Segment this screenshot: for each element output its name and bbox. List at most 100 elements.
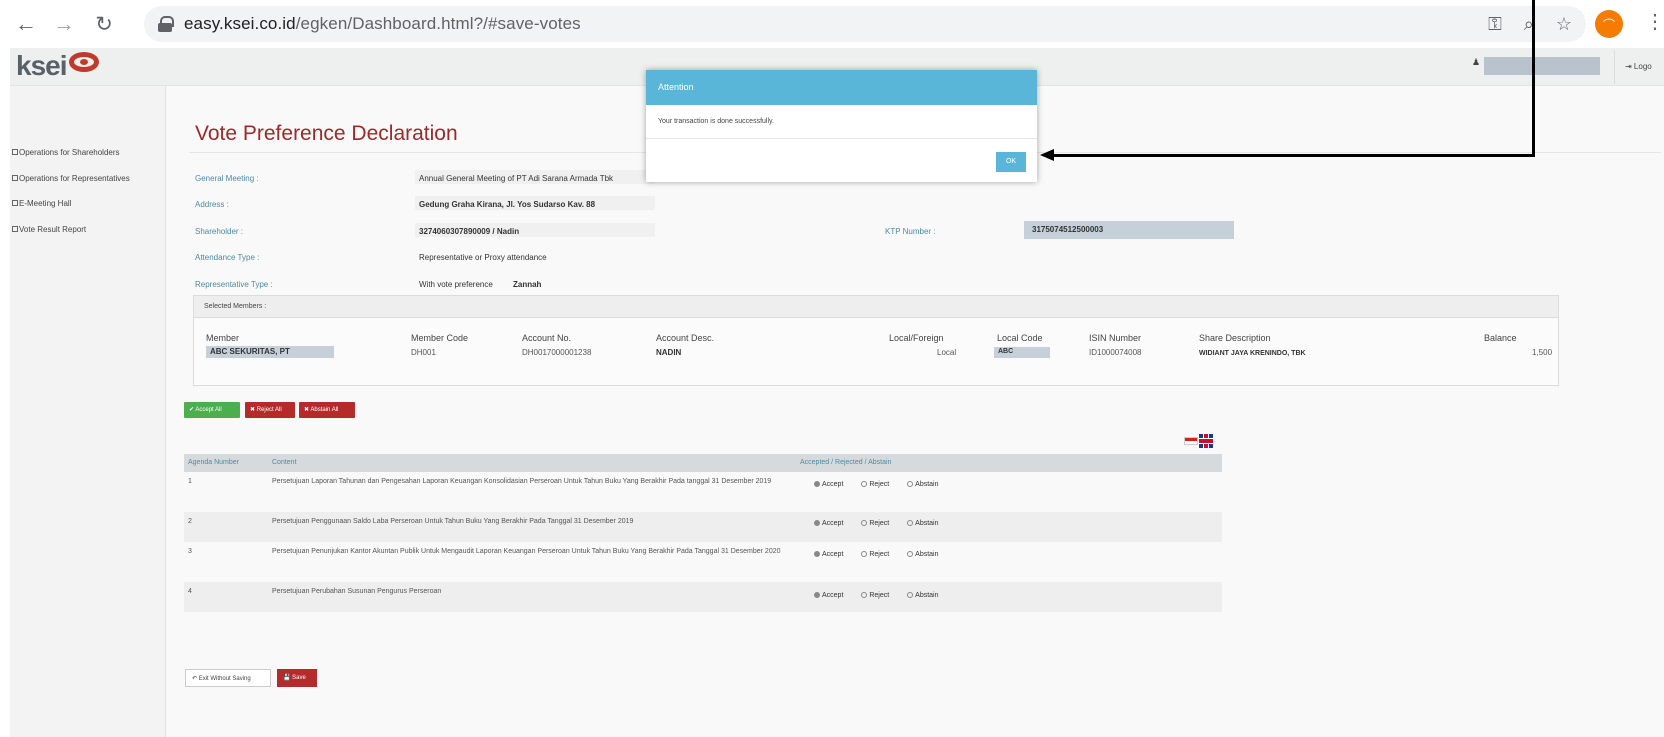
representative-type-prefix: With vote preference	[419, 280, 493, 289]
local-code-cell: ABC	[994, 347, 1050, 358]
agenda-table-header: Agenda Number Content Accepted / Rejecte…	[184, 454, 1222, 472]
key-icon[interactable]: ⚿	[1488, 14, 1502, 35]
reject-radio[interactable]: Reject	[861, 520, 897, 527]
sidebar-item-vote-result-report[interactable]: Vote Result Report	[10, 225, 166, 234]
sidebar-item-operations-representatives[interactable]: Operations for Representatives	[10, 174, 166, 183]
radio-icon	[907, 481, 914, 487]
save-button[interactable]: 💾 Save	[277, 669, 317, 687]
radio-selected-icon	[814, 481, 820, 487]
share-desc-cell: WIDIANT JAYA KRENINDO, TBK	[1199, 350, 1306, 357]
general-meeting-label: General Meeting :	[195, 174, 259, 183]
exit-without-saving-button[interactable]: ↶ Exit Without Saving	[185, 669, 271, 687]
reject-all-button[interactable]: ✖ Reject All	[245, 402, 295, 418]
abstain-radio[interactable]: Abstain	[907, 551, 946, 558]
selected-members-title: Selected Members :	[194, 296, 1558, 318]
attendance-type-label: Attendance Type :	[195, 253, 260, 262]
star-icon[interactable]: ☆	[1556, 14, 1572, 35]
sidebar-item-operations-shareholders[interactable]: Operations for Shareholders	[10, 148, 166, 157]
reject-radio[interactable]: Reject	[861, 592, 897, 599]
accept-radio[interactable]: Accept	[814, 551, 851, 558]
member-name-cell: ABC SEKURITAS, PT	[206, 346, 334, 358]
agenda-content: Persetujuan Penunjukan Kantor Akuntan Pu…	[272, 548, 781, 555]
reject-radio[interactable]: Reject	[861, 481, 897, 488]
agenda-row: 3 Persetujuan Penunjukan Kantor Akuntan …	[184, 542, 1222, 582]
accept-radio[interactable]: Accept	[814, 592, 851, 599]
abstain-radio[interactable]: Abstain	[907, 481, 946, 488]
radio-icon	[907, 592, 914, 598]
column-header: Share Description	[1199, 333, 1271, 343]
ktp-label: KTP Number :	[885, 227, 936, 236]
address-bar[interactable]: easy.ksei.co.id/egken/Dashboard.html?/#s…	[144, 6, 1586, 42]
kebab-menu-icon[interactable]: ⋮	[1645, 12, 1664, 32]
browser-toolbar: ← → ↻ easy.ksei.co.id/egken/Dashboard.ht…	[0, 0, 1664, 48]
forward-arrow-icon[interactable]: →	[50, 10, 78, 38]
user-icon: ♟	[1472, 57, 1481, 67]
account-desc-cell: NADIN	[656, 348, 682, 357]
abstain-radio[interactable]: Abstain	[907, 520, 946, 527]
language-switcher	[1184, 432, 1213, 450]
agenda-row: 2 Persetujuan Penggunaan Saldo Laba Pers…	[184, 512, 1222, 542]
agenda-number: 3	[188, 548, 192, 555]
general-meeting-value: Annual General Meeting of PT Adi Sarana …	[419, 174, 614, 183]
menu-icon	[12, 200, 18, 206]
accept-radio[interactable]: Accept	[814, 520, 851, 527]
lock-icon	[158, 16, 174, 32]
reload-icon[interactable]: ↻	[90, 10, 118, 38]
indonesia-flag-icon[interactable]	[1184, 436, 1198, 445]
selected-members-panel: Selected Members : Member Member Code Ac…	[193, 295, 1559, 386]
agenda-content: Persetujuan Perubahan Susunan Pengurus P…	[272, 588, 442, 595]
radio-selected-icon	[814, 551, 820, 557]
ktp-value: 3175074512500003	[1024, 221, 1234, 239]
agenda-number: 1	[188, 478, 192, 485]
annotation-arrow-line	[1052, 154, 1535, 157]
accept-radio[interactable]: Accept	[814, 481, 851, 488]
shareholder-value: 3274060307890009 / Nadin	[419, 227, 520, 236]
shareholder-label: Shareholder :	[195, 227, 244, 236]
divider	[646, 138, 1037, 139]
back-arrow-icon[interactable]: ←	[12, 10, 40, 38]
account-no-cell: DH0017000001238	[522, 348, 592, 357]
representative-type-value: Zannah	[513, 280, 542, 289]
column-header: ISIN Number	[1089, 333, 1142, 343]
vote-options: Accept Reject Abstain	[814, 481, 955, 488]
representative-type-label: Representative Type :	[195, 280, 273, 289]
vote-options: Accept Reject Abstain	[814, 592, 955, 599]
profile-avatar[interactable]: ⌒	[1595, 10, 1623, 38]
modal-title: Attention	[646, 70, 1037, 105]
column-header: Account Desc.	[656, 333, 715, 343]
logo-ring-icon	[68, 52, 99, 72]
agenda-content: Persetujuan Penggunaan Saldo Laba Perser…	[272, 518, 634, 525]
column-header: Account No.	[522, 333, 572, 343]
menu-icon	[12, 175, 18, 181]
accept-all-button[interactable]: ✔ Accept All	[184, 402, 240, 418]
ksei-logo[interactable]: ksei	[16, 50, 99, 82]
logout-link[interactable]: ⇥ Logo	[1614, 50, 1652, 84]
radio-icon	[907, 551, 914, 557]
sidebar-item-e-meeting-hall[interactable]: E-Meeting Hall	[10, 199, 166, 208]
column-header: Local/Foreign	[889, 333, 944, 343]
annotation-arrow-head-icon	[1040, 149, 1054, 161]
menu-icon	[12, 226, 18, 232]
agenda-number: 4	[188, 588, 192, 595]
vote-options: Accept Reject Abstain	[814, 520, 955, 527]
agenda-number-header: Agenda Number	[188, 459, 239, 466]
agenda-number: 2	[188, 518, 192, 525]
balance-cell: 1,500	[1532, 348, 1553, 357]
reject-radio[interactable]: Reject	[861, 551, 897, 558]
radio-selected-icon	[814, 592, 820, 598]
modal-message: Your transaction is done successfully.	[658, 118, 774, 125]
address-label: Address :	[195, 200, 229, 209]
ok-button[interactable]: OK	[996, 152, 1026, 172]
user-name-box[interactable]	[1484, 57, 1600, 75]
address-value: Gedung Graha Kirana, Jl. Yos Sudarso Kav…	[419, 200, 596, 209]
column-header: Member Code	[411, 333, 469, 343]
abstain-radio[interactable]: Abstain	[907, 592, 946, 599]
column-header: Balance	[1484, 333, 1517, 343]
uk-flag-icon[interactable]	[1199, 433, 1213, 448]
radio-icon	[861, 520, 868, 526]
content-header: Content	[272, 459, 297, 466]
abstain-all-button[interactable]: ✖ Abstain All	[299, 402, 355, 418]
radio-icon	[907, 520, 914, 526]
url-text[interactable]: easy.ksei.co.id/egken/Dashboard.html?/#s…	[184, 14, 581, 34]
radio-selected-icon	[814, 520, 820, 526]
